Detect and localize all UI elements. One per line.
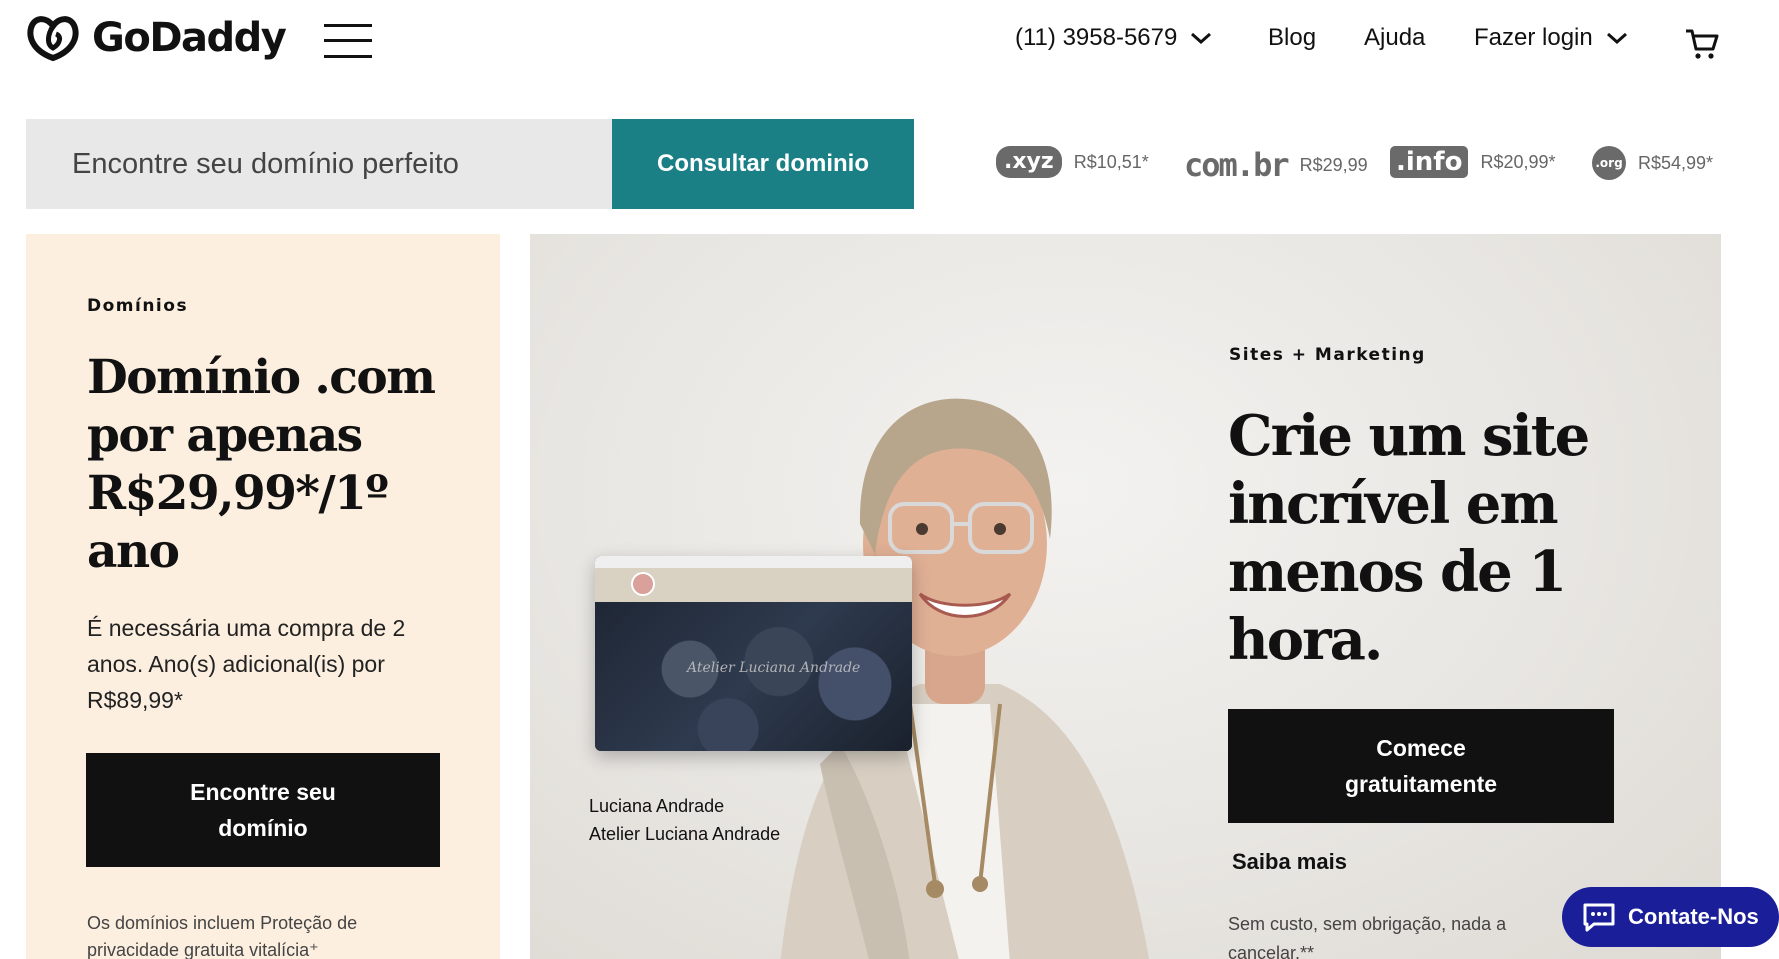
tld-info[interactable]: .info R$20,99* (1390, 146, 1556, 178)
help-link[interactable]: Ajuda (1364, 24, 1425, 52)
tld-info-price: R$20,99* (1480, 151, 1556, 172)
chat-bubble-icon (1583, 903, 1615, 932)
tld-xyz-price: R$10,51* (1073, 151, 1149, 172)
hero-banner: Atelier Luciana Andrade Luciana Andrade … (530, 234, 1721, 959)
tld-org[interactable]: .org R$54,99* (1592, 146, 1713, 180)
mockup-script-text: Atelier Luciana Andrade (687, 660, 861, 676)
logo-text: GoDaddy (92, 15, 287, 61)
site-header: GoDaddy (11) 3958-5679 Blog Ajuda Fazer … (0, 0, 1779, 92)
start-free-button[interactable]: Comece gratuitamente (1228, 709, 1614, 823)
login-label: Fazer login (1474, 24, 1593, 51)
chevron-down-icon (1191, 32, 1212, 45)
chevron-down-icon (1606, 32, 1627, 45)
tld-combr[interactable]: com.br R$29,99 (1184, 146, 1368, 184)
login-dropdown[interactable]: Fazer login (1474, 24, 1629, 52)
blog-link[interactable]: Blog (1268, 24, 1316, 52)
tld-org-price: R$54,99* (1638, 152, 1714, 173)
browser-bar (595, 556, 912, 568)
domain-search-box (26, 119, 612, 209)
contact-us-label: Contate-Nos (1628, 904, 1759, 929)
mockup-logo-icon (631, 572, 655, 596)
domains-eyebrow: Domínios (87, 296, 189, 316)
domains-body: É necessária uma compra de 2 anos. Ano(s… (87, 615, 406, 713)
hero-title: Crie um site incrível em menos de 1 hora… (1228, 403, 1590, 673)
tld-info-logo: .info (1390, 146, 1469, 178)
contact-us-button[interactable]: Contate-Nos (1562, 887, 1779, 947)
hero-note: Sem custo, sem obrigação, nada a cancela… (1228, 914, 1507, 959)
domains-promo-card: Domínios Domínio .com por apenas R$29,99… (26, 234, 500, 959)
tld-xyz[interactable]: .xyz R$10,51* (996, 146, 1149, 178)
domains-title: Domínio .com por apenas R$29,99*/1º ano (87, 350, 436, 579)
tld-combr-price: R$29,99 (1299, 154, 1368, 175)
learn-more-link[interactable]: Saiba mais (1232, 849, 1347, 875)
website-preview-mockup: Atelier Luciana Andrade (595, 556, 912, 751)
tld-combr-logo: com.br (1184, 146, 1290, 184)
find-domain-button[interactable]: Encontre seu domínio (86, 753, 440, 867)
mockup-nav (595, 568, 912, 602)
hero-eyebrow: Sites + Marketing (1229, 345, 1426, 365)
godaddy-logo[interactable]: GoDaddy (26, 14, 287, 62)
hamburger-menu-icon[interactable] (324, 24, 372, 58)
yarn-image: Atelier Luciana Andrade (595, 602, 912, 751)
domain-search-input[interactable] (26, 119, 612, 209)
tld-org-logo: .org (1592, 146, 1626, 180)
caption-name: Luciana Andrade (589, 796, 725, 816)
testimonial-caption: Luciana Andrade Atelier Luciana Andrade (589, 792, 780, 848)
search-domain-button[interactable]: Consultar dominio (612, 119, 914, 209)
cart-icon[interactable] (1684, 28, 1720, 60)
godaddy-logo-icon (27, 16, 79, 62)
phone-dropdown[interactable]: (11) 3958-5679 (1015, 24, 1213, 52)
tld-xyz-logo: .xyz (996, 146, 1062, 178)
caption-company: Atelier Luciana Andrade (589, 824, 781, 844)
domains-fine-print: Os domínios incluem Proteção de privacid… (87, 913, 358, 959)
phone-number: (11) 3958-5679 (1015, 24, 1178, 51)
